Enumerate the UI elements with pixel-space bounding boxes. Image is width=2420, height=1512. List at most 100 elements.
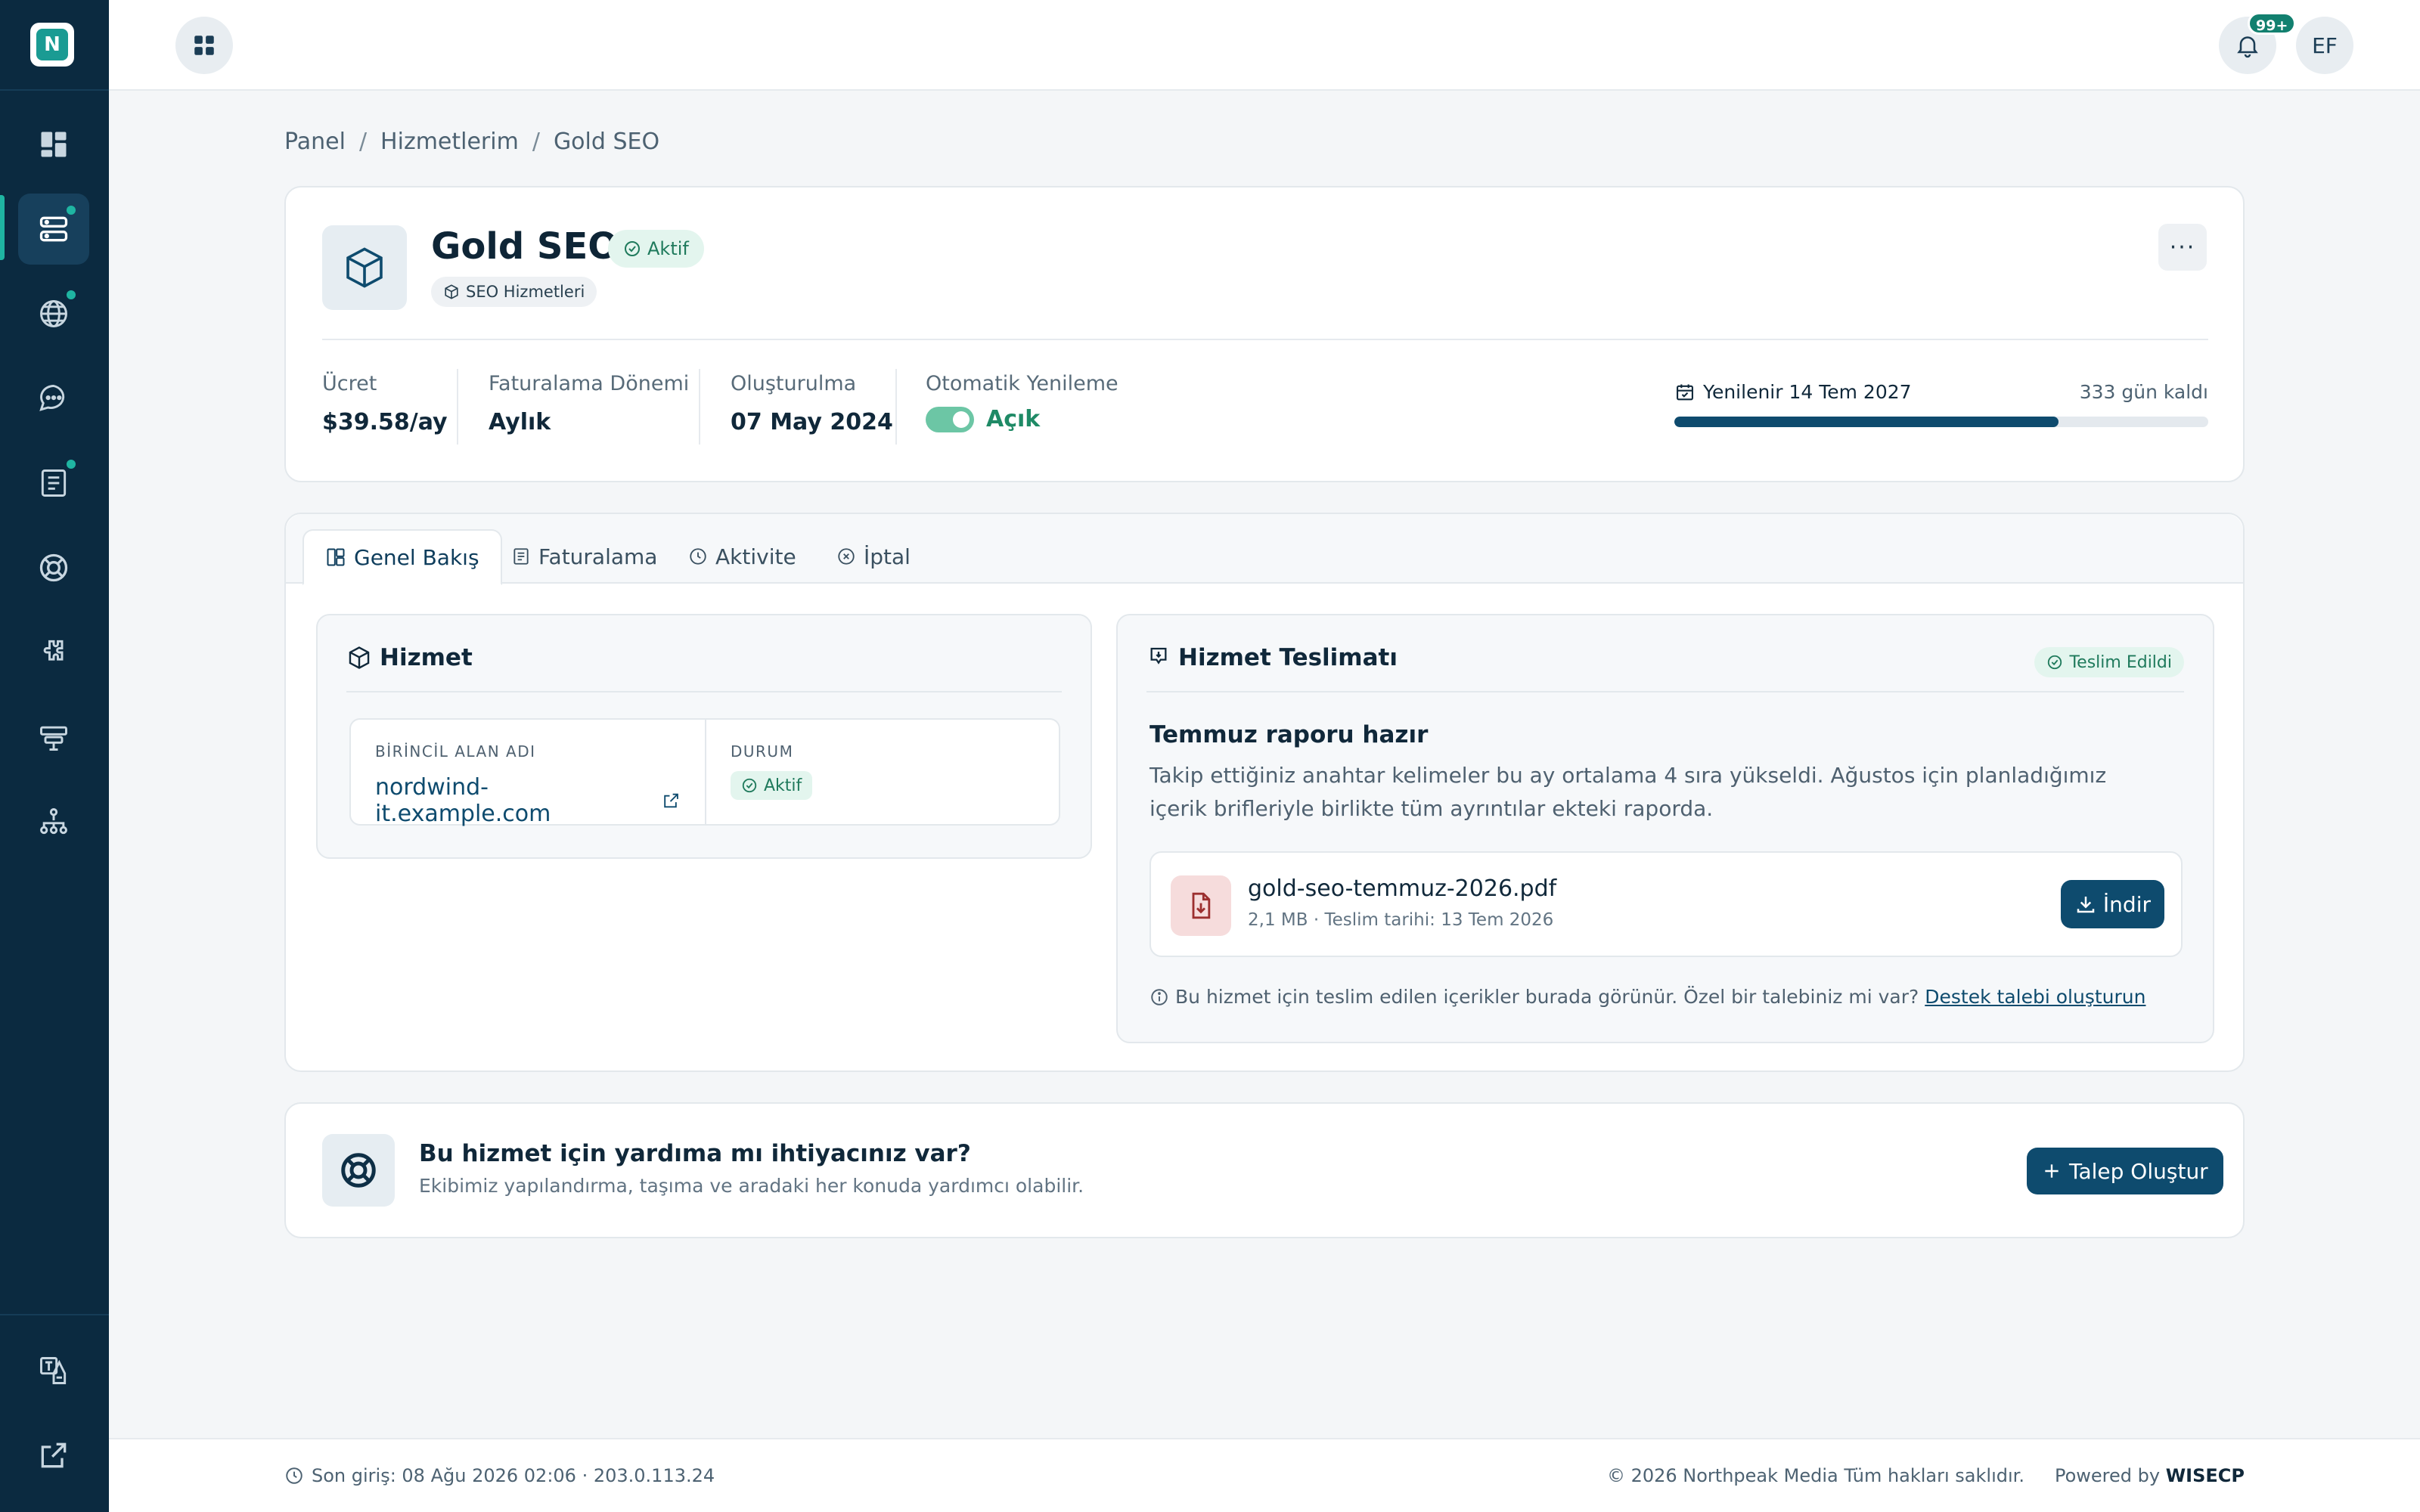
hint-text: Bu hizmet için teslim edilen içerikler b… <box>1175 986 1919 1008</box>
breadcrumb-current: Gold SEO <box>553 129 660 155</box>
breadcrumb-separator: / <box>532 129 540 155</box>
more-options-button[interactable]: ··· <box>2158 224 2207 271</box>
file-name: gold-seo-temmuz-2026.pdf <box>1248 875 1557 902</box>
help-subtitle: Ekibimiz yapılandırma, taşıma ve aradaki… <box>419 1175 1084 1197</box>
create-ticket-label: Talep Oluştur <box>2069 1158 2208 1184</box>
external-link-icon <box>41 1442 67 1468</box>
auto-renew-row: Açık <box>926 406 1118 432</box>
stat-created: Oluşturulma 07 May 2024 <box>731 372 893 448</box>
primary-domain-label: BİRİNCİL ALAN ADI <box>375 742 536 761</box>
file-meta: 2,1 MB · Teslim tarihi: 13 Tem 2026 <box>1248 910 1554 930</box>
last-login: Son giriş: 08 Ağu 2026 02:06 · 203.0.113… <box>284 1465 715 1486</box>
domains-dot <box>67 290 76 299</box>
report-description: Takip ettiğiniz anahtar kelimeler bu ay … <box>1150 763 2107 821</box>
footer-right: © 2026 Northpeak Media Tüm hakları saklı… <box>1607 1465 2245 1486</box>
breadcrumb: Panel / Hizmetlerim / Gold SEO <box>284 129 659 155</box>
sidebar-item-invoices[interactable] <box>18 448 89 519</box>
notifications-badge: 99+ <box>2248 12 2297 35</box>
plus-icon <box>2045 1164 2059 1178</box>
check-circle-icon <box>2048 655 2062 670</box>
breadcrumb-separator: / <box>358 129 368 155</box>
file-download-icon <box>1192 892 1211 919</box>
sidebar-item-support[interactable] <box>18 532 89 603</box>
renewal-date-text: Yenilenir 14 Tem 2027 <box>1703 381 1912 403</box>
sidebar-item-services[interactable] <box>18 194 89 265</box>
stat-label: Otomatik Yenileme <box>926 372 1118 395</box>
info-icon <box>1151 988 1168 1005</box>
powered-by-brand[interactable]: WISECP <box>2166 1465 2245 1486</box>
delivery-panel-title: Hizmet Teslimatı <box>1146 644 1398 671</box>
pdf-file-icon <box>1171 875 1231 936</box>
create-ticket-link[interactable]: Destek talebi oluşturun <box>1925 986 2145 1008</box>
renewal-remaining: 333 gün kaldı <box>2079 381 2208 403</box>
sidebar-item-addons[interactable] <box>18 617 89 688</box>
renewal-header: Yenilenir 14 Tem 2027 333 gün kaldı <box>1674 381 2208 403</box>
user-avatar[interactable]: EF <box>2296 17 2353 74</box>
sidebar-bottom-divider <box>0 1314 109 1315</box>
download-icon <box>2077 897 2095 913</box>
sidebar: N <box>0 0 109 1512</box>
download-label: İndir <box>2102 891 2151 917</box>
cancel-icon <box>838 548 855 565</box>
stat-separator <box>895 369 897 445</box>
breadcrumb-panel[interactable]: Panel <box>284 129 346 155</box>
logo-mark: N <box>36 29 68 60</box>
stat-auto-renew: Otomatik Yenileme Açık <box>926 372 1118 448</box>
sidebar-item-network[interactable] <box>18 786 89 857</box>
service-status-badge: Aktif <box>608 230 704 268</box>
notifications-button[interactable]: 99+ <box>2219 12 2297 74</box>
tab-activity[interactable]: Aktivite <box>667 529 818 584</box>
delivery-panel-title-text: Hizmet Teslimatı <box>1178 644 1398 671</box>
stat-separator <box>457 369 458 445</box>
footer: Son giriş: 08 Ağu 2026 02:06 · 203.0.113… <box>109 1438 2420 1512</box>
chat-icon <box>39 385 65 411</box>
tab-overview[interactable]: Genel Bakış <box>302 529 502 585</box>
sidebar-item-dashboard[interactable] <box>18 109 89 180</box>
service-status-text: Aktif <box>647 238 689 259</box>
stat-value: Aylık <box>489 409 551 435</box>
stat-billing-period: Faturalama Dönemi Aylık <box>489 372 689 448</box>
help-icon-box <box>322 1134 395 1207</box>
sidebar-item-external[interactable] <box>18 1420 89 1491</box>
tab-cancel[interactable]: İptal <box>815 529 932 584</box>
tab-label: Genel Bakış <box>354 544 479 570</box>
primary-domain-column: BİRİNCİL ALAN ADI nordwind-it.example.co… <box>351 720 706 827</box>
stat-label: Faturalama Dönemi <box>489 372 690 395</box>
box-icon <box>346 247 383 288</box>
sidebar-item-tools[interactable] <box>18 702 89 773</box>
sidebar-item-language[interactable] <box>18 1335 89 1406</box>
clock-icon <box>286 1467 302 1484</box>
auto-renew-value: Açık <box>986 406 1041 432</box>
status-column: DURUM Aktif <box>706 720 1059 824</box>
renewal-progress-bar <box>1674 417 2208 427</box>
check-circle-icon <box>742 778 757 793</box>
primary-domain-text: nordwind-it.example.com <box>375 774 551 827</box>
service-summary-card: Gold SEO Aktif SEO Hizmetleri ··· Ücret … <box>284 186 2245 482</box>
stat-label: Oluşturulma <box>731 372 857 395</box>
server-icon <box>39 216 68 242</box>
auto-renew-toggle[interactable] <box>926 406 974 432</box>
download-button[interactable]: İndir <box>2060 880 2164 928</box>
apps-menu-button[interactable] <box>175 17 233 74</box>
sidebar-item-messages[interactable] <box>18 363 89 434</box>
invoice-icon <box>513 548 529 565</box>
delivery-panel-divider <box>1146 691 2184 692</box>
grid-icon <box>194 36 214 55</box>
primary-domain-link[interactable]: nordwind-it.example.com <box>375 774 681 827</box>
dashboard-icon <box>41 132 67 157</box>
tab-billing[interactable]: Faturalama <box>490 529 678 584</box>
box-icon <box>445 284 458 299</box>
domain-status-text: Aktif <box>764 776 802 795</box>
tab-label: Aktivite <box>715 544 796 569</box>
services-dot <box>67 206 76 215</box>
tab-label: Faturalama <box>538 544 658 569</box>
service-divider <box>322 339 2208 340</box>
app-logo[interactable]: N <box>30 23 74 67</box>
create-ticket-button[interactable]: Talep Oluştur <box>2027 1148 2223 1194</box>
report-title: Temmuz raporu hazır <box>1150 721 1429 748</box>
breadcrumb-services[interactable]: Hizmetlerim <box>380 129 519 155</box>
translate-icon <box>40 1357 67 1384</box>
clock-icon <box>690 548 706 565</box>
sidebar-item-domains[interactable] <box>18 278 89 349</box>
copyright-text: © 2026 Northpeak Media Tüm hakları saklı… <box>1606 1465 2024 1486</box>
